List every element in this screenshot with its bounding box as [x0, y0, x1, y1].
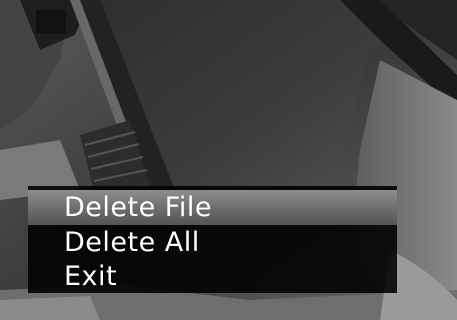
camera-lcd-screen: Delete File Delete All Exit — [0, 0, 457, 320]
menu-item-delete-file[interactable]: Delete File — [28, 190, 397, 225]
menu-item-exit[interactable]: Exit — [28, 259, 397, 294]
menu-item-delete-all[interactable]: Delete All — [28, 225, 397, 260]
delete-menu: Delete File Delete All Exit — [28, 186, 397, 293]
